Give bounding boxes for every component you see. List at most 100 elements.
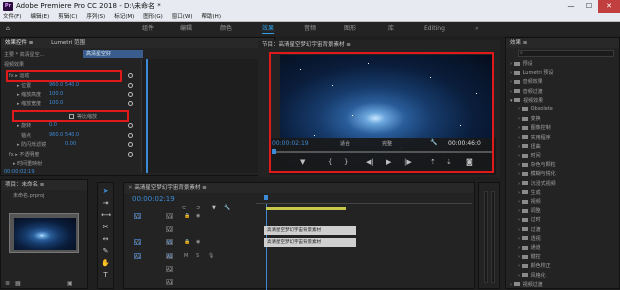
- scale-width-value[interactable]: 100.0: [49, 100, 63, 106]
- v1-track-label[interactable]: V1: [166, 239, 173, 245]
- effects-list-item[interactable]: › 视频: [518, 198, 541, 205]
- rotation-value[interactable]: 0.0: [49, 122, 57, 128]
- pen-tool-icon[interactable]: ✎: [101, 247, 110, 256]
- timeline-playhead-line[interactable]: [266, 204, 267, 290]
- a1-track-label[interactable]: A1: [166, 253, 173, 259]
- anti-flicker-value[interactable]: 0.00: [65, 141, 76, 147]
- effects-list-item[interactable]: › 图像控制: [518, 124, 551, 131]
- effects-list-item[interactable]: › Obsolete: [518, 106, 553, 112]
- v1-lock-icon[interactable]: 🔒: [184, 239, 190, 245]
- effects-list-item[interactable]: › 风格化: [518, 272, 546, 279]
- time-remap-row[interactable]: ▸ 时间重映射: [13, 160, 42, 167]
- v3-lock-icon[interactable]: 🔒: [184, 213, 190, 219]
- opacity-effect-row[interactable]: fx ▸ 不透明度: [9, 151, 39, 158]
- scale-height-value[interactable]: 100.0: [49, 91, 63, 97]
- effects-list-item[interactable]: ▾ 视频效果: [510, 97, 543, 104]
- effects-list-item[interactable]: › 时间: [518, 152, 541, 159]
- reset-anti-flicker-icon[interactable]: [128, 142, 133, 147]
- v3-source-patch[interactable]: V1: [134, 213, 141, 219]
- tab-lumetri-scopes[interactable]: Lumetri 范围: [51, 40, 85, 46]
- effects-list-item[interactable]: › 实用程序: [518, 134, 551, 141]
- workspace-tab-graphics[interactable]: 图形: [344, 22, 356, 36]
- tab-effect-controls[interactable]: 效果控件 ≡: [5, 40, 33, 46]
- effects-list-item[interactable]: › 扭曲: [518, 143, 541, 150]
- menu-sequence[interactable]: 序列(S): [86, 13, 105, 21]
- reset-anchor-icon[interactable]: [128, 133, 133, 138]
- timeline-timecode[interactable]: 00:00:02:19: [132, 195, 175, 203]
- v3-track-label[interactable]: V3: [166, 213, 173, 219]
- project-thumbnail[interactable]: [9, 213, 79, 253]
- timeline-clip-video[interactable]: 高清星空梦幻宇宙背景素材: [264, 226, 356, 235]
- home-icon[interactable]: ⌂: [6, 22, 10, 36]
- effects-list-item[interactable]: › 过时: [518, 216, 541, 223]
- icon-view-icon[interactable]: ▦: [15, 280, 21, 287]
- snap-icon[interactable]: ⊂: [182, 205, 186, 211]
- effects-list-item[interactable]: › 通道: [518, 244, 541, 251]
- effects-list-item[interactable]: › 颜色校正: [518, 262, 551, 269]
- effects-list-item[interactable]: › 预设: [510, 60, 533, 67]
- a1-solo-icon[interactable]: S: [196, 253, 199, 259]
- reset-motion-icon[interactable]: [128, 73, 133, 78]
- timeline-ruler[interactable]: [256, 195, 472, 204]
- effects-list-item[interactable]: › 音频过渡: [510, 88, 543, 95]
- selection-tool-icon[interactable]: ➤: [101, 187, 110, 196]
- minimize-button[interactable]: —: [562, 0, 580, 13]
- more-workspaces-icon[interactable]: »: [475, 22, 479, 36]
- effects-list-item[interactable]: › 音频效果: [510, 78, 543, 85]
- effects-list-item[interactable]: › 变换: [518, 115, 541, 122]
- a2-track-label[interactable]: A2: [166, 266, 173, 272]
- linked-selection-icon[interactable]: ⊃: [196, 205, 200, 211]
- effects-list-item[interactable]: › 模糊与锐化: [518, 170, 556, 177]
- effects-list-item[interactable]: › 透视: [518, 235, 541, 242]
- type-tool-icon[interactable]: T: [101, 271, 110, 280]
- position-value[interactable]: 960.0 540.0: [49, 82, 79, 88]
- reset-opacity-icon[interactable]: [128, 152, 133, 157]
- effects-list-item[interactable]: › 键控: [518, 253, 541, 260]
- anchor-value[interactable]: 960.0 540.0: [49, 132, 79, 138]
- clip-tag[interactable]: 高清星空好: [83, 50, 143, 58]
- menu-marker[interactable]: 标记(M): [114, 13, 134, 21]
- effects-list-item[interactable]: › 过渡: [518, 226, 541, 233]
- reset-scale-height-icon[interactable]: [128, 92, 133, 97]
- work-area-bar[interactable]: [266, 207, 346, 210]
- effects-header[interactable]: 效果 ≡: [506, 38, 619, 48]
- a1-mic-icon[interactable]: 🎙: [208, 253, 214, 259]
- workspace-tab-libraries[interactable]: 库: [388, 22, 394, 36]
- project-header[interactable]: 项目：未命名 ≡: [1, 180, 87, 190]
- v2-track-label[interactable]: V2: [166, 226, 173, 232]
- master-clip-label[interactable]: 主要 * 高清星空...: [4, 51, 44, 58]
- list-view-icon[interactable]: ≣: [5, 280, 10, 287]
- hand-tool-icon[interactable]: ✋: [101, 259, 110, 268]
- track-select-tool-icon[interactable]: ⇥: [101, 199, 110, 208]
- menu-edit[interactable]: 编辑(E): [30, 13, 49, 21]
- slip-tool-icon[interactable]: ↔: [101, 235, 110, 244]
- keyframe-area[interactable]: [141, 59, 273, 173]
- menu-help[interactable]: 帮助(H): [202, 13, 221, 21]
- a3-track-label[interactable]: A3: [166, 279, 173, 285]
- a1-source-patch[interactable]: A1: [134, 253, 141, 259]
- v3-eye-icon[interactable]: ◉: [196, 213, 200, 219]
- v1-eye-icon[interactable]: ◉: [196, 239, 200, 245]
- close-button[interactable]: ✕: [598, 0, 620, 13]
- reset-rotation-icon[interactable]: [128, 123, 133, 128]
- reset-scale-width-icon[interactable]: [128, 101, 133, 106]
- timeline-clip-video-2[interactable]: 高清星空梦幻宇宙背景素材: [264, 238, 356, 247]
- keyframe-playhead[interactable]: [146, 59, 148, 173]
- menu-file[interactable]: 文件(F): [3, 13, 21, 21]
- effects-search-input[interactable]: ⌕: [518, 50, 614, 57]
- new-item-icon[interactable]: ▣: [67, 280, 73, 287]
- sequence-tab[interactable]: 高清星空梦幻宇宙背景素材 ≡: [134, 185, 206, 191]
- program-monitor-header[interactable]: 节目：高清星空梦幻宇宙背景素材 ≡: [258, 40, 500, 50]
- workspace-tab-editing[interactable]: 编辑: [180, 22, 192, 36]
- workspace-tab-color[interactable]: 颜色: [220, 22, 232, 36]
- workspace-tab-effects[interactable]: 效果: [262, 22, 275, 36]
- add-marker-timeline-icon[interactable]: ▼: [212, 205, 216, 211]
- effects-list-item[interactable]: › 杂色与颗粒: [518, 161, 556, 168]
- menu-window[interactable]: 窗口(W): [172, 13, 193, 21]
- effects-list-item[interactable]: › 调整: [518, 207, 541, 214]
- effects-list-item[interactable]: › Lumetri 预设: [510, 69, 553, 76]
- ripple-edit-tool-icon[interactable]: ⟷: [101, 211, 111, 220]
- effects-list-item[interactable]: › 沉浸式视频: [518, 180, 556, 187]
- effects-list-item[interactable]: › 视频过渡: [510, 281, 543, 288]
- menu-clip[interactable]: 剪辑(C): [58, 13, 77, 21]
